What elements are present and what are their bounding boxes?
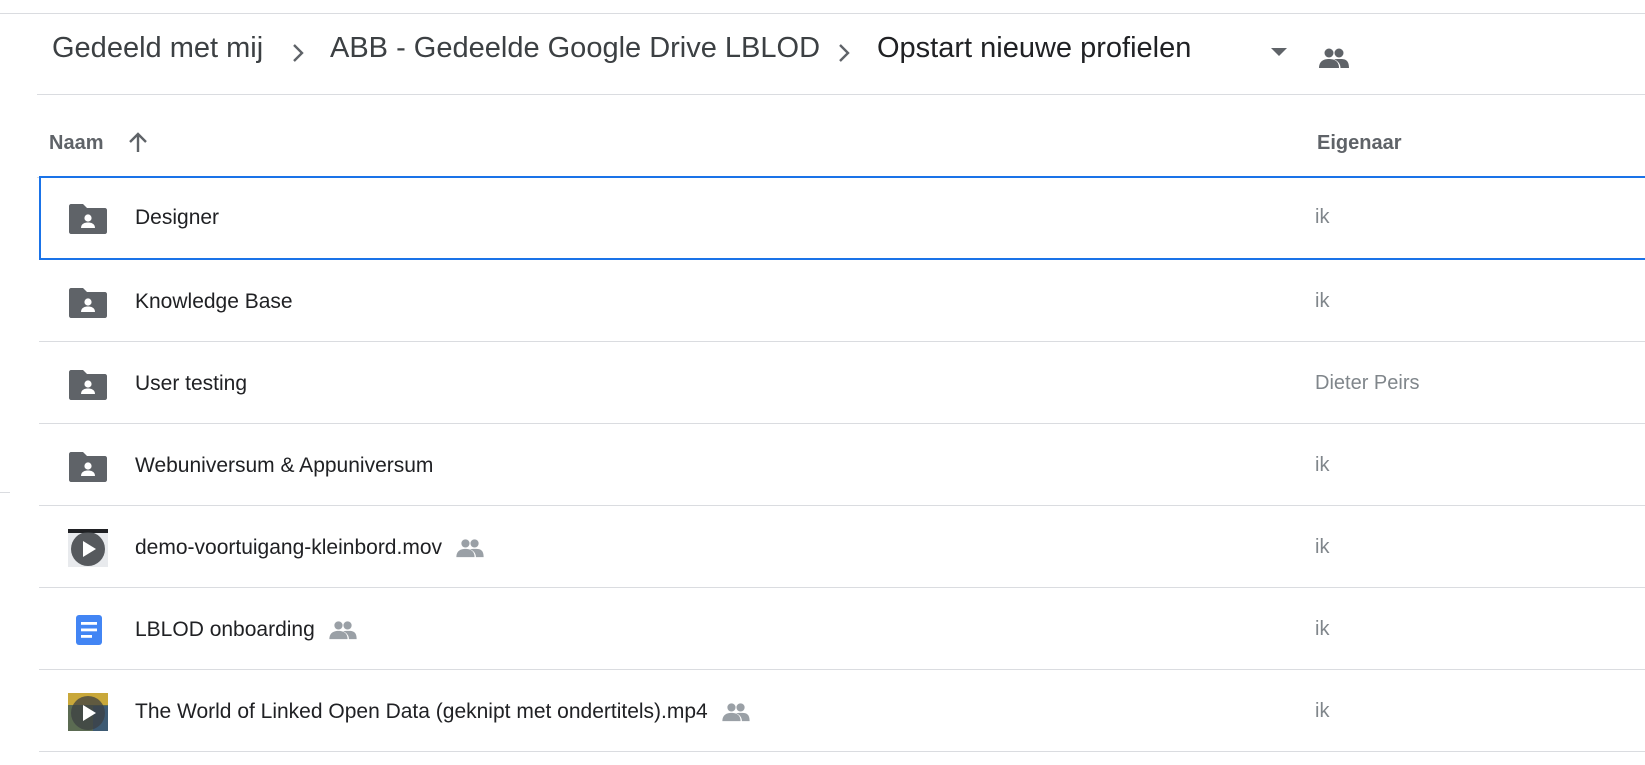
file-name: LBLOD onboarding (135, 618, 357, 642)
column-header-name[interactable]: Naam (49, 132, 103, 155)
file-owner: ik (1315, 700, 1330, 722)
file-name: Webuniversum & Appuniversum (135, 454, 434, 477)
file-name: Designer (135, 206, 220, 229)
file-row-demo-video[interactable]: demo-voortuigang-kleinbord.mov ik (39, 506, 1645, 588)
file-owner: ik (1315, 206, 1330, 228)
shared-folder-icon (69, 370, 107, 400)
breadcrumb: Gedeeld met mij ABB - Gedeelde Google Dr… (37, 14, 1645, 95)
video-thumbnail-icon (68, 529, 108, 567)
drive-file-list: Gedeeld met mij ABB - Gedeelde Google Dr… (0, 0, 1645, 765)
file-row-linked-open-data-video[interactable]: The World of Linked Open Data (geknipt m… (39, 670, 1645, 752)
file-name: The World of Linked Open Data (geknipt m… (135, 700, 750, 724)
google-docs-icon (76, 615, 102, 645)
file-owner: ik (1315, 454, 1330, 476)
breadcrumb-item-shared-with-me[interactable]: Gedeeld met mij (52, 32, 263, 65)
shared-folder-icon (69, 452, 107, 482)
file-owner: ik (1315, 290, 1330, 312)
file-name: Knowledge Base (135, 290, 293, 313)
file-row-webuniversum[interactable]: Webuniversum & Appuniversum ik (39, 424, 1645, 506)
file-row-user-testing[interactable]: User testing Dieter Peirs (39, 342, 1645, 424)
caret-down-icon[interactable] (1270, 45, 1288, 59)
people-icon[interactable] (1319, 47, 1349, 69)
side-divider (0, 492, 10, 493)
video-thumbnail-icon (68, 693, 108, 731)
file-list: Designer ik Knowledge Base ik User testi… (39, 176, 1645, 752)
file-name: User testing (135, 372, 248, 395)
file-name: demo-voortuigang-kleinbord.mov (135, 536, 484, 560)
file-owner: ik (1315, 536, 1330, 558)
shared-folder-icon (69, 204, 107, 234)
people-icon (329, 621, 357, 640)
file-row-lblod-onboarding[interactable]: LBLOD onboarding ik (39, 588, 1645, 670)
arrow-up-icon[interactable] (125, 130, 151, 156)
breadcrumb-item-current-folder[interactable]: Opstart nieuwe profielen (877, 32, 1191, 65)
file-owner: ik (1315, 618, 1330, 640)
column-header-owner[interactable]: Eigenaar (1317, 132, 1401, 155)
file-row-designer[interactable]: Designer ik (39, 176, 1645, 260)
chevron-right-icon (293, 44, 304, 62)
column-header: Naam Eigenaar (37, 96, 1645, 178)
shared-folder-icon (69, 288, 107, 318)
people-icon (456, 539, 484, 558)
chevron-right-icon (839, 44, 850, 62)
people-icon (722, 703, 750, 722)
breadcrumb-item-shared-drive[interactable]: ABB - Gedeelde Google Drive LBLOD (330, 32, 820, 65)
file-owner: Dieter Peirs (1315, 372, 1420, 394)
file-row-knowledge-base[interactable]: Knowledge Base ik (39, 260, 1645, 342)
